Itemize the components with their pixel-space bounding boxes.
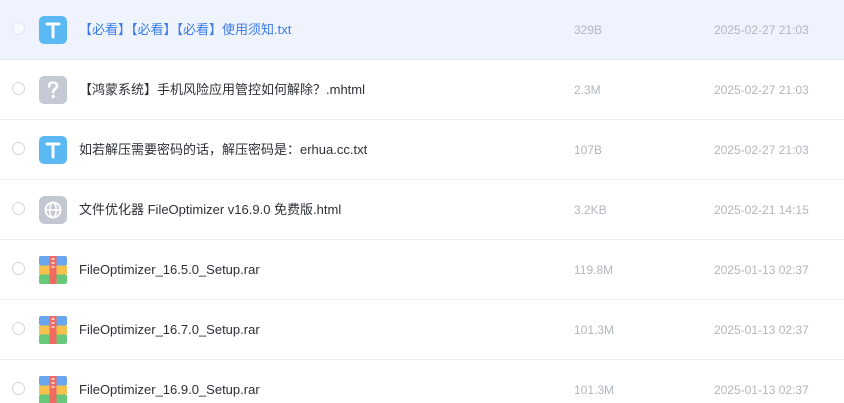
file-size: 101.3M <box>574 323 615 337</box>
file-row[interactable]: FileOptimizer_16.5.0_Setup.rar 119.8M 20… <box>0 240 844 300</box>
row-checkbox[interactable] <box>12 202 25 215</box>
file-row[interactable]: 【必看】【必看】【必看】使用须知.txt 329B 2025-02-27 21:… <box>0 0 844 60</box>
row-checkbox[interactable] <box>12 82 25 95</box>
file-date: 2025-01-13 02:37 <box>714 383 809 397</box>
file-date: 2025-01-13 02:37 <box>714 263 809 277</box>
file-name[interactable]: 文件优化器 FileOptimizer v16.9.0 免费版.html <box>79 180 341 240</box>
file-size: 107B <box>574 143 603 157</box>
row-checkbox[interactable] <box>12 322 25 335</box>
rar-archive-icon <box>39 376 67 403</box>
file-row[interactable]: FileOptimizer_16.9.0_Setup.rar 101.3M 20… <box>0 360 844 403</box>
file-row[interactable]: 如若解压需要密码的话，解压密码是：erhua.cc.txt 107B 2025-… <box>0 120 844 180</box>
txt-file-icon <box>39 16 67 44</box>
file-date: 2025-02-27 21:03 <box>714 143 809 157</box>
html-globe-icon <box>39 196 67 224</box>
file-name[interactable]: 【必看】【必看】【必看】使用须知.txt <box>79 0 291 60</box>
file-date: 2025-01-13 02:37 <box>714 323 809 337</box>
file-date: 2025-02-21 14:15 <box>714 203 809 217</box>
file-name[interactable]: 【鸿蒙系统】手机风险应用管控如何解除？.mhtml <box>79 60 365 120</box>
file-size: 2.3M <box>574 83 601 97</box>
file-name[interactable]: FileOptimizer_16.5.0_Setup.rar <box>79 240 260 300</box>
row-checkbox[interactable] <box>12 262 25 275</box>
file-row[interactable]: 【鸿蒙系统】手机风险应用管控如何解除？.mhtml 2.3M 2025-02-2… <box>0 60 844 120</box>
rar-archive-icon <box>39 256 67 284</box>
unknown-file-icon <box>39 76 67 104</box>
file-row[interactable]: FileOptimizer_16.7.0_Setup.rar 101.3M 20… <box>0 300 844 360</box>
file-name[interactable]: FileOptimizer_16.7.0_Setup.rar <box>79 300 260 360</box>
file-name[interactable]: 如若解压需要密码的话，解压密码是：erhua.cc.txt <box>79 120 367 180</box>
file-size: 329B <box>574 23 603 37</box>
file-list: 【必看】【必看】【必看】使用须知.txt 329B 2025-02-27 21:… <box>0 0 844 403</box>
row-checkbox[interactable] <box>12 142 25 155</box>
txt-file-icon <box>39 136 67 164</box>
file-row[interactable]: 文件优化器 FileOptimizer v16.9.0 免费版.html 3.2… <box>0 180 844 240</box>
file-date: 2025-02-27 21:03 <box>714 83 809 97</box>
row-checkbox[interactable] <box>12 382 25 395</box>
file-name[interactable]: FileOptimizer_16.9.0_Setup.rar <box>79 360 260 403</box>
file-date: 2025-02-27 21:03 <box>714 23 809 37</box>
rar-archive-icon <box>39 316 67 344</box>
file-size: 101.3M <box>574 383 615 397</box>
row-checkbox[interactable] <box>12 22 25 35</box>
file-size: 119.8M <box>574 263 614 277</box>
file-size: 3.2KB <box>574 203 607 217</box>
